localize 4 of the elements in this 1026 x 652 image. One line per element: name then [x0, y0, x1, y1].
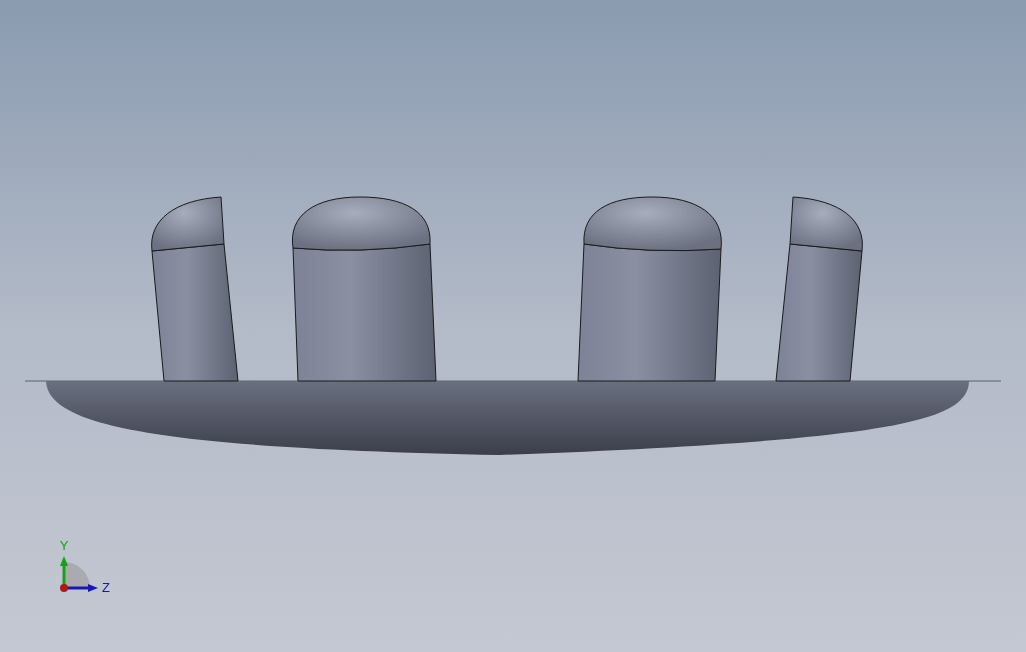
axis-label: Z: [102, 580, 110, 595]
origin-dot: [60, 584, 68, 592]
axis-label: Y: [59, 538, 69, 553]
triad-quadrant: [64, 562, 90, 588]
